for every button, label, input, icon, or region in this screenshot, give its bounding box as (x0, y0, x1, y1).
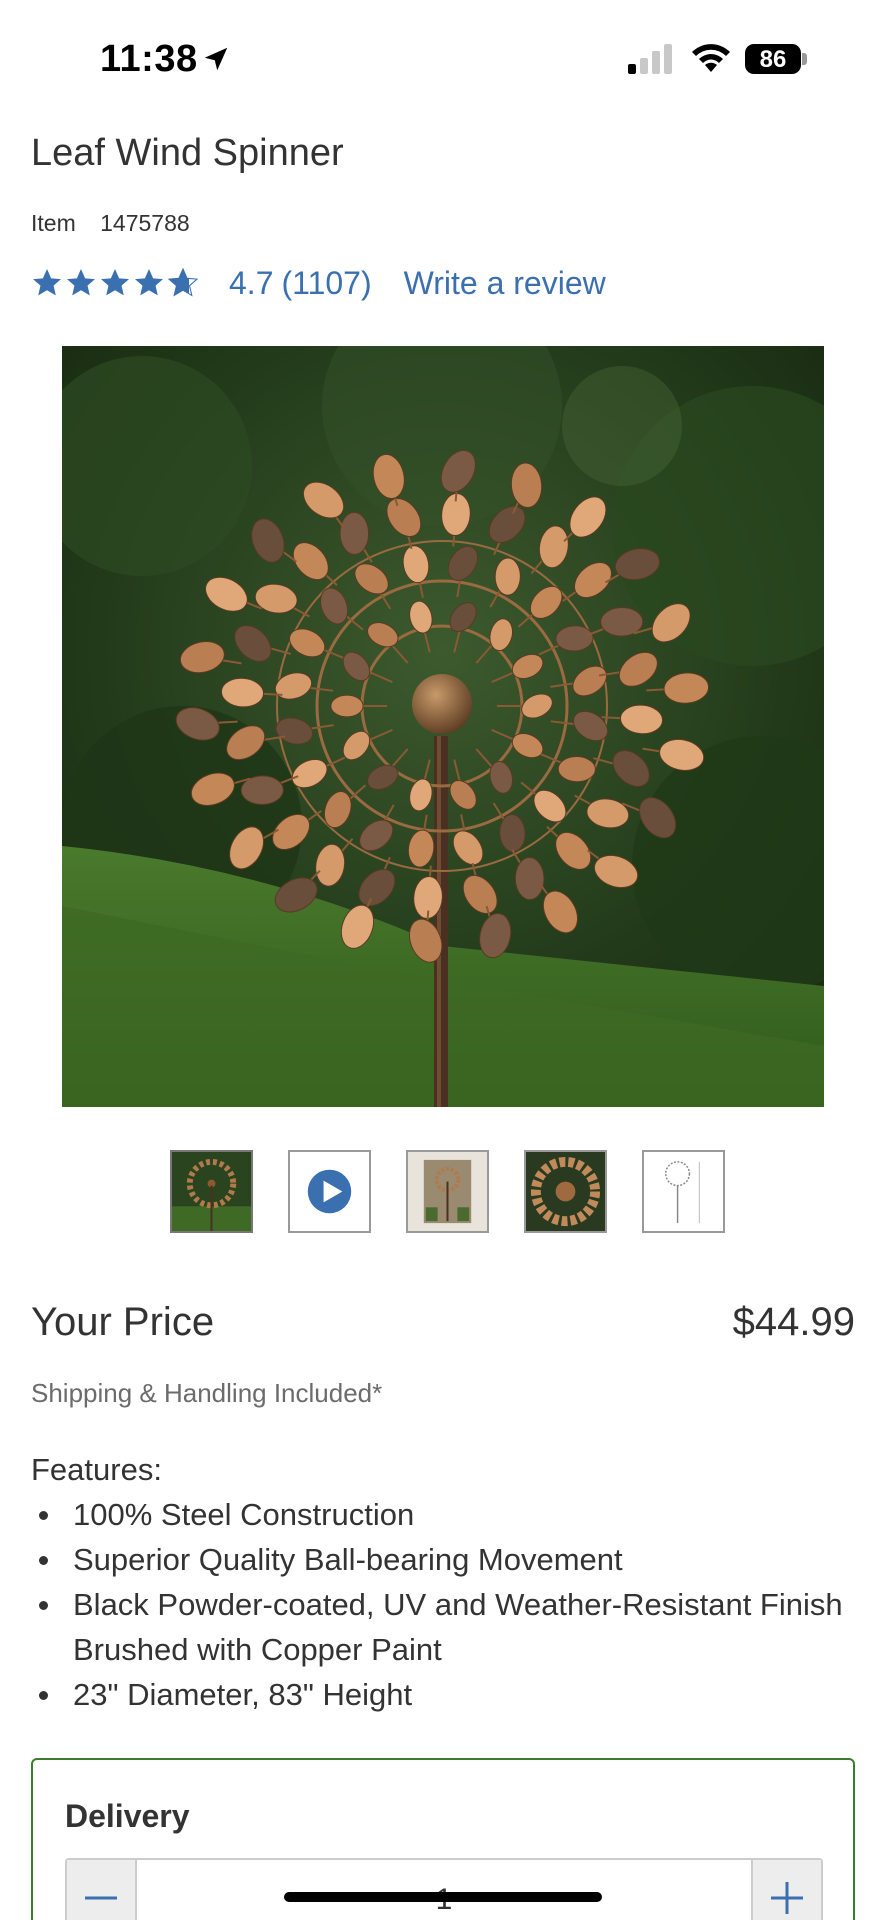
rating-value[interactable]: 4.7 (229, 265, 273, 302)
wifi-icon (692, 44, 730, 72)
thumbnail-spinner-closeup[interactable] (524, 1150, 607, 1233)
price-value: $44.99 (732, 1300, 855, 1344)
item-label: Item (31, 210, 76, 236)
star-rating[interactable] (31, 267, 199, 299)
rating-count[interactable]: (1107) (281, 265, 371, 302)
location-arrow-icon (204, 47, 228, 71)
thumbnail-spinner-dimensions[interactable] (642, 1150, 725, 1233)
features-heading: Features: (31, 1452, 162, 1487)
thumbnail-spinner-garden[interactable] (170, 1150, 253, 1233)
shipping-note: Shipping & Handling Included* (31, 1378, 383, 1408)
quantity-stepper: 1 (65, 1858, 823, 1920)
feature-item: 100% Steel Construction (31, 1492, 851, 1537)
quantity-value[interactable]: 1 (137, 1860, 751, 1920)
thumbnail-strip (170, 1150, 725, 1233)
feature-item: Black Powder-coated, UV and Weather-Resi… (31, 1582, 851, 1672)
thumbnail-video[interactable] (288, 1150, 371, 1233)
quantity-increase-button[interactable] (751, 1860, 821, 1920)
star-icon (101, 269, 129, 296)
plus-icon (771, 1882, 803, 1914)
product-title: Leaf Wind Spinner (31, 132, 344, 174)
cellular-signal-icon (628, 44, 672, 74)
product-main-image[interactable] (62, 346, 824, 1107)
battery-level: 86 (759, 46, 787, 73)
features-list: 100% Steel Construction Superior Quality… (31, 1492, 851, 1717)
write-review-link[interactable]: Write a review (404, 265, 606, 302)
thumbnail-spinner-porch[interactable] (406, 1150, 489, 1233)
minus-icon (85, 1896, 117, 1900)
star-icon (33, 269, 61, 296)
rating-row: 4.7 (1107) Write a review (31, 262, 606, 304)
star-icon (135, 269, 163, 296)
price-label: Your Price (31, 1300, 215, 1344)
home-indicator (284, 1892, 602, 1902)
feature-item: Superior Quality Ball-bearing Movement (31, 1537, 851, 1582)
status-bar: 11:38 86 (0, 0, 886, 120)
item-number: 1475788 (100, 210, 190, 236)
quantity-decrease-button[interactable] (67, 1860, 137, 1920)
battery-icon: 86 (745, 44, 807, 74)
play-icon (290, 1152, 369, 1231)
star-half-icon (167, 267, 199, 297)
item-number-line: Item 1475788 (31, 210, 190, 237)
feature-item: 23" Diameter, 83" Height (31, 1672, 851, 1717)
delivery-title: Delivery (65, 1798, 190, 1834)
status-time: 11:38 (100, 38, 198, 80)
leaf-wind-spinner-photo (62, 346, 824, 1107)
star-icon (67, 269, 95, 296)
